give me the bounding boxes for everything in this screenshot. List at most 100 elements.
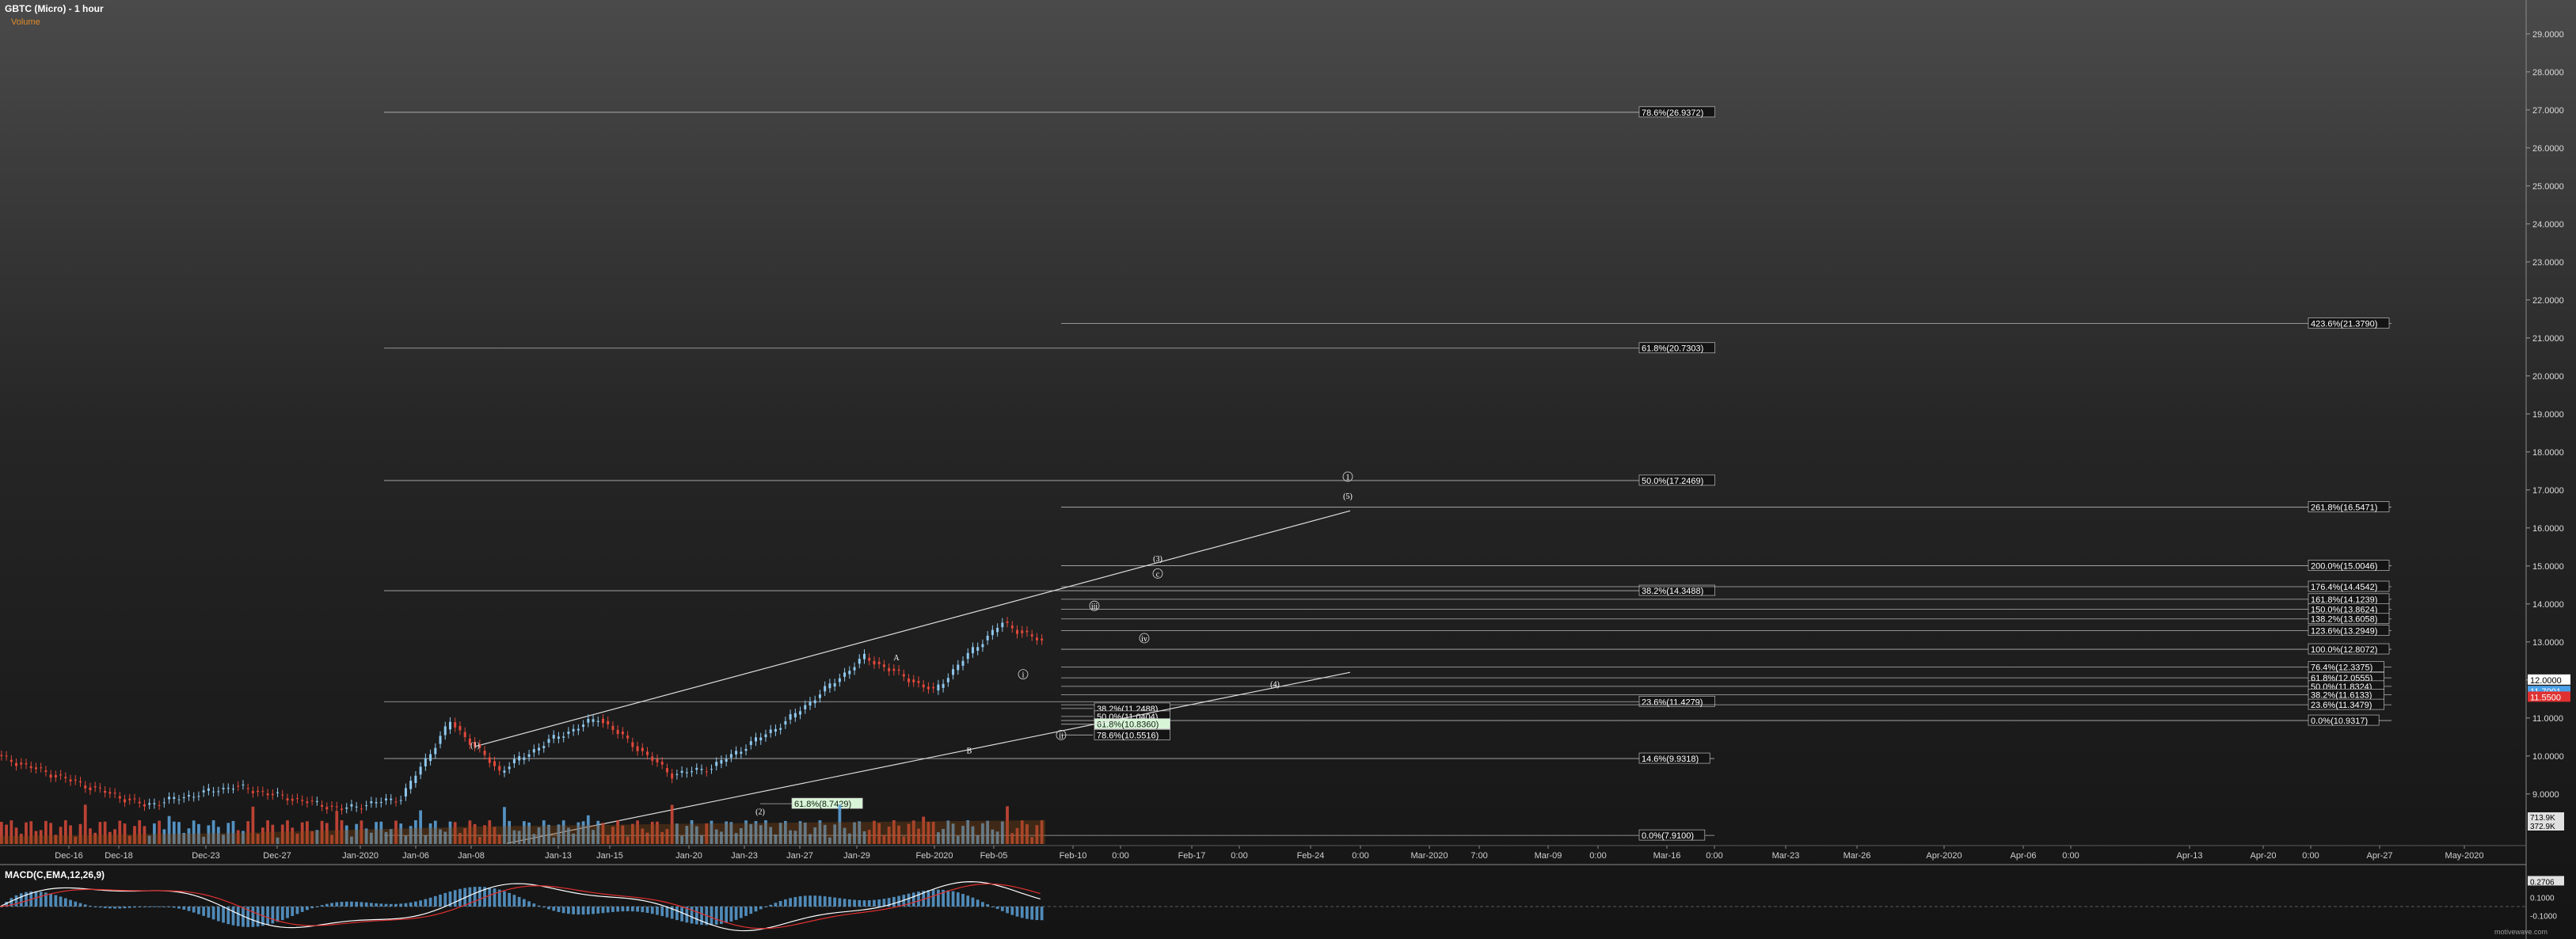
macd-histogram-bar: [394, 903, 398, 907]
fib-label: 38.2%(11.6133): [2311, 690, 2372, 700]
macd-histogram-bar: [714, 907, 718, 925]
time-tick-label: 0:00: [1112, 851, 1128, 861]
time-tick-label: 0:00: [2062, 851, 2079, 861]
candle-body: [108, 792, 112, 794]
candle-body: [656, 758, 659, 762]
macd-histogram-bar: [320, 905, 324, 907]
wave-label: c: [1156, 570, 1160, 579]
macd-histogram-bar: [54, 895, 58, 907]
candle-body: [685, 772, 688, 774]
price-label: 12.0000: [2530, 676, 2562, 686]
macd-histogram-bar: [650, 907, 654, 914]
candle-body: [365, 805, 368, 807]
time-tick-label: Dec-27: [263, 851, 291, 861]
macd-histogram-bar: [847, 899, 851, 907]
candle-body: [665, 768, 668, 773]
time-tick-label: May-2020: [2445, 851, 2484, 861]
fib-label: 423.6%(21.3790): [2311, 320, 2377, 329]
candle-body: [370, 801, 373, 804]
macd-histogram-bar: [700, 907, 703, 926]
candle-body: [824, 686, 827, 692]
candle-body: [434, 747, 437, 755]
macd-histogram-bar: [399, 903, 403, 907]
candle-body: [769, 729, 772, 733]
macd-histogram-bar: [414, 901, 417, 907]
candle-body: [631, 742, 634, 747]
macd-histogram-bar: [917, 891, 920, 907]
time-tick-label: 7:00: [1471, 851, 1487, 861]
macd-histogram-bar: [14, 895, 18, 907]
candle-body: [207, 788, 210, 791]
macd-histogram-bar: [207, 907, 211, 918]
macd-histogram-bar: [74, 901, 78, 907]
candle-body: [877, 661, 881, 664]
macd-histogram-bar: [1035, 907, 1039, 921]
candle-body: [503, 770, 506, 773]
time-tick-label: 0:00: [1352, 851, 1368, 861]
macd-histogram-bar: [459, 888, 462, 907]
candle-body: [784, 720, 787, 725]
candle-body: [118, 796, 121, 799]
candle-body: [1021, 630, 1024, 633]
macd-histogram-bar: [231, 907, 235, 926]
macd-histogram-bar: [843, 899, 847, 907]
candle-body: [996, 628, 999, 633]
candle-body: [390, 798, 393, 800]
candle-body: [286, 798, 289, 800]
macd-histogram-bar: [350, 901, 353, 907]
macd-histogram-bar: [379, 903, 383, 907]
macd-histogram-bar: [630, 907, 634, 912]
candle-body: [927, 686, 930, 690]
candle-body: [735, 751, 738, 755]
candle-body: [104, 790, 107, 793]
candle-body: [611, 725, 615, 730]
candle-body: [764, 734, 767, 738]
candle-body: [917, 681, 920, 683]
macd-histogram-bar: [389, 903, 393, 907]
macd-histogram-bar: [971, 897, 975, 907]
candle-body: [907, 679, 911, 682]
macd-histogram-bar: [656, 907, 659, 915]
macd-histogram-bar: [813, 895, 817, 907]
chart-title: GBTC (Micro) - 1 hour: [5, 3, 104, 14]
candle-body: [69, 779, 72, 781]
macd-histogram-bar: [59, 896, 63, 907]
candle-body: [266, 793, 269, 796]
macd-histogram-bar: [433, 895, 437, 907]
candle-body: [587, 718, 590, 723]
fib-label: 14.6%(9.9318): [1642, 755, 1699, 764]
macd-histogram-bar: [606, 907, 610, 913]
candle-body: [518, 756, 521, 761]
candle-body: [552, 735, 555, 739]
time-tick-label: Jan-15: [596, 851, 623, 861]
macd-histogram-bar: [384, 903, 388, 907]
wave-label: (3): [1153, 555, 1162, 564]
candle-body: [818, 694, 821, 698]
candle-body: [261, 791, 264, 793]
macd-histogram-bar: [778, 900, 782, 907]
time-tick-label: Feb-24: [1297, 851, 1325, 861]
macd-histogram-bar: [49, 893, 52, 907]
macd-histogram-bar: [63, 898, 67, 907]
candle-body: [720, 759, 723, 764]
candle-body: [582, 724, 585, 728]
macd-histogram-bar: [276, 907, 280, 922]
macd-histogram-bar: [197, 907, 200, 914]
wave-label: iv: [1141, 635, 1147, 644]
candle-body: [187, 795, 190, 796]
candle-body: [705, 771, 708, 773]
fib-label: 50.0%(17.2469): [1642, 477, 1703, 486]
macd-histogram-bar: [443, 892, 447, 907]
fib-label: 78.6%(10.5516): [1097, 731, 1159, 740]
price-label: 11.5500: [2530, 693, 2561, 702]
candle-body: [1006, 621, 1009, 623]
macd-histogram-bar: [547, 907, 550, 910]
candle-body: [93, 786, 97, 788]
candle-body: [848, 671, 851, 675]
macd-histogram-bar: [113, 907, 116, 909]
macd-histogram-bar: [774, 903, 778, 907]
macd-histogram-bar: [503, 891, 506, 907]
candle-body: [641, 747, 644, 751]
candle-body: [128, 798, 131, 800]
candle-body: [133, 798, 136, 800]
